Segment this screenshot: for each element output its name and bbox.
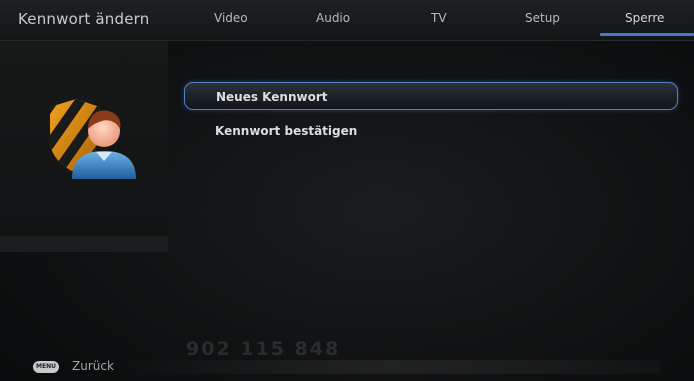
menu-item-new-password[interactable]: Neues Kennwort xyxy=(184,82,678,110)
parental-lock-user-icon xyxy=(50,99,136,179)
tv-settings-screen: Kennwort ändern Video Audio TV Setup Spe… xyxy=(0,0,694,381)
menu-item-label: Kennwort bestätigen xyxy=(215,124,358,138)
menu-key-icon[interactable]: MENU xyxy=(33,361,59,373)
menu-item-confirm-password[interactable]: Kennwort bestätigen xyxy=(184,117,678,145)
tab-sperre[interactable]: Sperre xyxy=(625,11,664,25)
tab-video[interactable]: Video xyxy=(214,11,248,25)
menu-item-label: Neues Kennwort xyxy=(216,90,328,104)
tab-tv[interactable]: TV xyxy=(431,11,447,25)
left-panel-divider xyxy=(0,236,168,252)
tab-audio[interactable]: Audio xyxy=(316,11,350,25)
top-bar: Kennwort ändern Video Audio TV Setup Spe… xyxy=(0,0,694,41)
tab-setup[interactable]: Setup xyxy=(525,11,560,25)
active-tab-indicator xyxy=(600,33,694,36)
back-label[interactable]: Zurück xyxy=(72,359,114,373)
footer: MENU Zurück xyxy=(0,355,694,381)
screen-title: Kennwort ändern xyxy=(18,10,150,28)
